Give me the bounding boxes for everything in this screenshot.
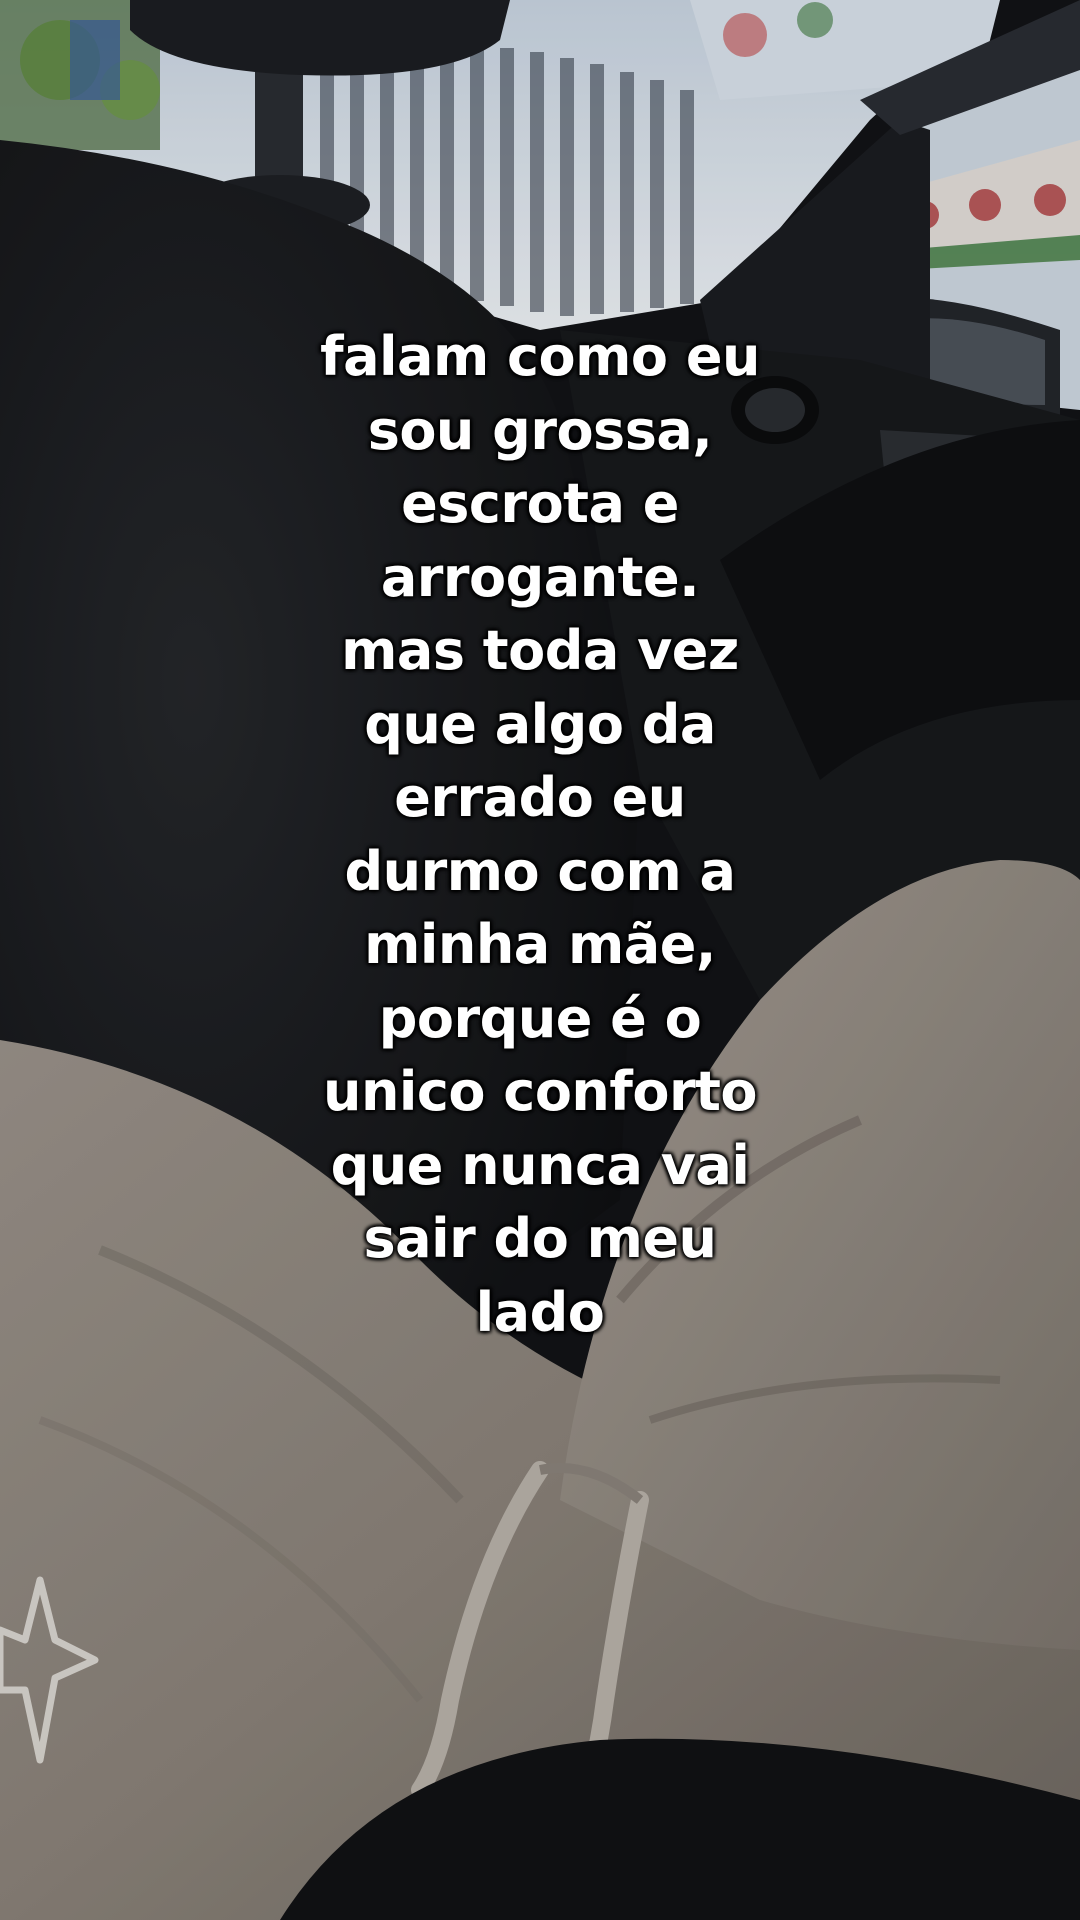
caption-line: escrota e [401,472,679,535]
caption-line: durmo com a [344,839,736,903]
caption-line: sair do meu [363,1207,717,1270]
photo-frame: falam como eu sou grossa, escrota e arro… [0,0,1080,1920]
caption-line: porque é o [378,986,702,1050]
caption-line: que algo da [364,692,716,756]
caption-text: falam como eu sou grossa, escrota e arro… [0,320,1080,1349]
caption-line: falam como eu [320,325,760,388]
caption-line: sou grossa, [367,398,713,462]
caption-line: minha mãe, [364,913,716,976]
caption-line: mas toda vez [341,619,739,682]
caption-line: errado eu [394,766,686,829]
caption-line: lado [475,1280,605,1344]
caption-line: arrogante. [380,545,700,609]
caption-line: que nunca vai [330,1133,750,1197]
caption-line: unico conforto [323,1060,758,1123]
